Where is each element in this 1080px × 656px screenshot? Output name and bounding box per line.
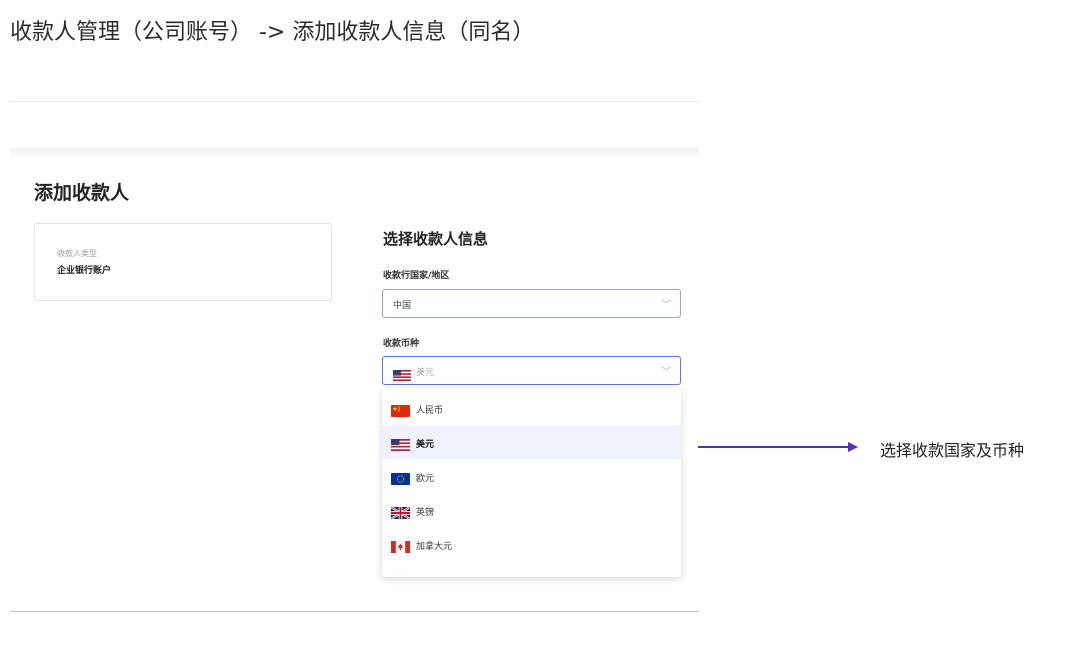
chevron-down-icon: ﹀ [661, 367, 671, 378]
screenshot-top-shadow [10, 148, 699, 158]
annotation-text: 选择收款国家及币种 [880, 441, 1025, 460]
currency-option[interactable]: 人民币 [382, 391, 681, 425]
currency-option-label: 加拿大元 [416, 542, 453, 552]
divider-bottom [10, 611, 699, 612]
currency-option-label: 美元 [416, 440, 435, 450]
country-select[interactable]: 中国 ﹀ [382, 289, 681, 318]
divider-top [10, 101, 699, 102]
country-label: 收款行国家/地区 [383, 271, 450, 281]
currency-dropdown[interactable]: 人民币 美元 欧元 英镑 加拿大元 [382, 389, 681, 577]
currency-select-value: 美元 [416, 368, 435, 378]
currency-label: 收款币种 [383, 339, 420, 349]
arrow-right-icon [848, 442, 858, 452]
currency-option-selected[interactable]: 美元 [382, 425, 681, 459]
payee-type-caption: 收款人类型 [57, 249, 97, 258]
currency-select[interactable]: 美元 ﹀ [382, 356, 681, 385]
us-flag-icon [391, 436, 410, 451]
eu-flag-icon [391, 470, 410, 485]
section-title: 选择收款人信息 [383, 230, 489, 248]
country-select-value: 中国 [393, 301, 412, 311]
us-flag-icon [393, 366, 411, 385]
annotation-arrow-line [698, 446, 850, 448]
uk-flag-icon [390, 504, 411, 521]
currency-option-label: 欧元 [416, 474, 435, 484]
currency-option[interactable]: 英镑 [382, 493, 681, 527]
page-title: 添加收款人 [34, 182, 130, 204]
currency-option[interactable]: 欧元 [382, 459, 681, 493]
currency-option-label: 人民币 [416, 406, 444, 416]
document-title: 收款人管理（公司账号） -> 添加收款人信息（同名） [10, 20, 535, 45]
currency-option-partial[interactable] [382, 561, 681, 577]
chevron-down-icon: ﹀ [661, 300, 671, 311]
ca-flag-icon [391, 538, 410, 553]
jp-flag-icon [390, 572, 411, 577]
payee-type-card[interactable]: 收款人类型 企业银行账户 [34, 223, 332, 301]
currency-option[interactable]: 加拿大元 [382, 527, 681, 561]
currency-option-label: 英镑 [416, 508, 435, 518]
payee-type-value: 企业银行账户 [57, 266, 112, 276]
cn-flag-icon [391, 402, 410, 417]
